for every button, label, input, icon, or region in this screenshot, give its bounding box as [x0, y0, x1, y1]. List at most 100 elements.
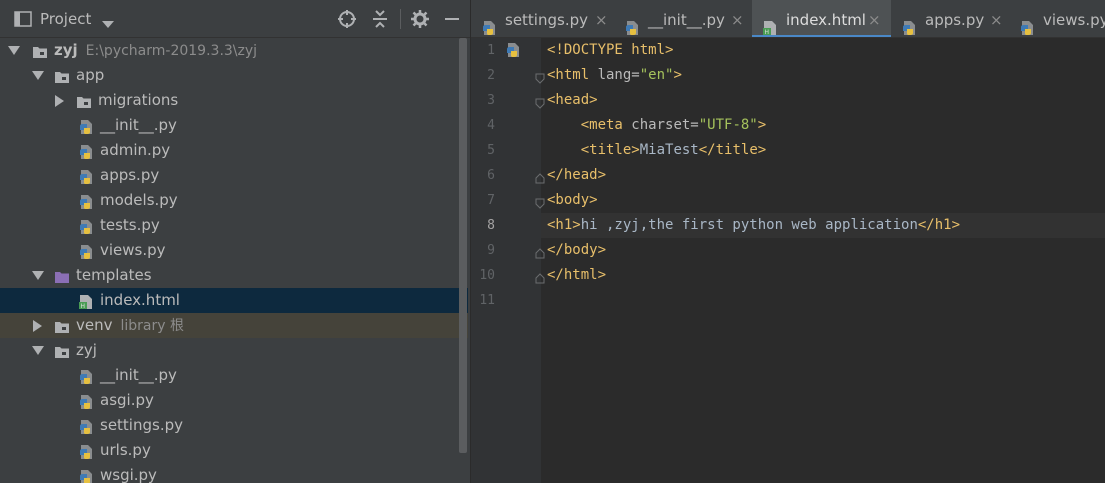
- tree-item-name: zyj: [54, 41, 78, 59]
- chevron-down-icon[interactable]: [32, 263, 44, 291]
- folder-icon: [76, 93, 92, 109]
- code-line: <h1>hi ,zyj,the first python web applica…: [547, 213, 960, 238]
- python-file-icon: [78, 118, 94, 134]
- editor-tab-label: __init__.py: [648, 11, 725, 29]
- tree-item[interactable]: settings.py: [0, 413, 468, 438]
- tree-item[interactable]: apps.py: [0, 163, 468, 188]
- python-file-icon: [78, 243, 94, 259]
- tree-item-name: wsgi.py: [100, 466, 157, 483]
- tree-item-name: tests.py: [100, 216, 160, 234]
- close-icon[interactable]: ×: [595, 0, 608, 37]
- tree-item[interactable]: templates: [0, 263, 468, 288]
- tree-item[interactable]: tests.py: [0, 213, 468, 238]
- code-area[interactable]: <!DOCTYPE html> <html lang="en"> <head> <m…: [541, 38, 1105, 483]
- tree-item[interactable]: __init__.py: [0, 113, 468, 138]
- tree-item-label: settings.py: [100, 413, 183, 438]
- code-token: </body>: [547, 242, 607, 258]
- python-file-icon: [78, 393, 94, 409]
- chevron-down-icon[interactable]: [32, 63, 44, 91]
- editor-tab[interactable]: settings.py ×: [471, 0, 614, 37]
- tree-item-label: index.html: [100, 288, 180, 313]
- project-panel-title[interactable]: Project: [40, 10, 91, 28]
- project-panel-icon: [14, 11, 32, 27]
- tree-item-label: app: [76, 63, 104, 88]
- code-token: >: [757, 117, 767, 133]
- folder-icon: [54, 68, 70, 84]
- tree-item[interactable]: zyj: [0, 338, 468, 363]
- tree-item[interactable]: wsgi.py: [0, 463, 468, 483]
- editor-tab[interactable]: __init__.py ×: [614, 0, 752, 37]
- line-number: 8: [487, 218, 495, 233]
- line-number: 3: [487, 93, 495, 108]
- tree-item-name: __init__.py: [100, 366, 177, 384]
- code-line: <title>MiaTest</title>: [547, 138, 766, 163]
- collapse-all-icon[interactable]: [370, 9, 390, 29]
- folder-icon: [54, 343, 70, 359]
- tree-item-name: views.py: [100, 241, 166, 259]
- close-icon[interactable]: ×: [868, 0, 881, 37]
- editor-tab-label: apps.py: [925, 11, 985, 29]
- templates-folder-icon: [54, 268, 70, 284]
- html-file-icon: H: [762, 11, 778, 36]
- tree-item[interactable]: views.py: [0, 238, 468, 263]
- tree-item[interactable]: __init__.py: [0, 363, 468, 388]
- code-token: <head>: [547, 92, 598, 108]
- tree-item-label: __init__.py: [100, 113, 177, 138]
- line-number: 1: [487, 43, 495, 58]
- chevron-down-icon[interactable]: [102, 15, 114, 33]
- chevron-down-icon[interactable]: [32, 338, 44, 366]
- line-number: 9: [487, 243, 495, 258]
- tree-item[interactable]: Hindex.html: [0, 288, 468, 313]
- editor-tab-label: settings.py: [505, 11, 588, 29]
- code-line: <!DOCTYPE html>: [547, 38, 673, 63]
- line-number: 2: [487, 68, 495, 83]
- close-icon[interactable]: ×: [990, 0, 1003, 37]
- tree-item-name: asgi.py: [100, 391, 154, 409]
- tree-item-label: tests.py: [100, 213, 160, 238]
- chevron-right-icon[interactable]: [54, 88, 66, 116]
- tree-item-name: urls.py: [100, 441, 151, 459]
- editor-tab[interactable]: apps.py ×: [891, 0, 1009, 37]
- tree-item-name: app: [76, 66, 105, 84]
- line-number: 5: [487, 143, 495, 158]
- line-number: 4: [487, 118, 495, 133]
- chevron-right-icon[interactable]: [32, 313, 44, 341]
- locate-icon[interactable]: [337, 9, 357, 29]
- python-file-icon: [505, 42, 521, 58]
- tree-item[interactable]: admin.py: [0, 138, 468, 163]
- editor-gutter: 1 2 3 4 5 6 7 8 9 10 11: [471, 38, 545, 483]
- code-token: MiaTest: [639, 142, 699, 158]
- gear-icon[interactable]: [410, 9, 430, 29]
- chevron-down-icon[interactable]: [8, 38, 20, 66]
- tree-item[interactable]: models.py: [0, 188, 468, 213]
- tree-item[interactable]: zyj E:\pycharm-2019.3.3\zyj: [0, 38, 468, 63]
- editor-tab[interactable]: views.py: [1009, 0, 1105, 37]
- editor-tab-label: index.html: [786, 11, 866, 29]
- tree-item[interactable]: urls.py: [0, 438, 468, 463]
- code-line: </head>: [547, 163, 606, 188]
- tree-item-label: zyj: [76, 338, 97, 363]
- python-file-icon: [78, 218, 94, 234]
- close-icon[interactable]: ×: [731, 0, 744, 37]
- tree-item[interactable]: venv library 根: [0, 313, 468, 338]
- tree-item[interactable]: app: [0, 63, 468, 88]
- minimize-icon[interactable]: [442, 9, 462, 29]
- tree-item-name: apps.py: [100, 166, 160, 184]
- code-token: >: [673, 67, 682, 83]
- project-scrollbar[interactable]: [459, 38, 467, 453]
- tree-item-label: models.py: [100, 188, 178, 213]
- editor-tab[interactable]: Hindex.html ×: [752, 0, 891, 37]
- code-line: </html>: [547, 263, 606, 288]
- tree-item[interactable]: migrations: [0, 88, 468, 113]
- line-number: 7: [487, 193, 495, 208]
- tree-item-label: venv library 根: [76, 313, 184, 339]
- tree-item-label: views.py: [100, 238, 166, 263]
- code-token: <title>: [580, 142, 640, 158]
- tree-item[interactable]: asgi.py: [0, 388, 468, 413]
- code-token: <!DOCTYPE html>: [547, 42, 674, 58]
- line-number: 6: [487, 168, 495, 183]
- editor-tab-label: views.py: [1043, 11, 1105, 29]
- code-token: </html>: [547, 267, 607, 283]
- code-token: <meta: [580, 117, 632, 133]
